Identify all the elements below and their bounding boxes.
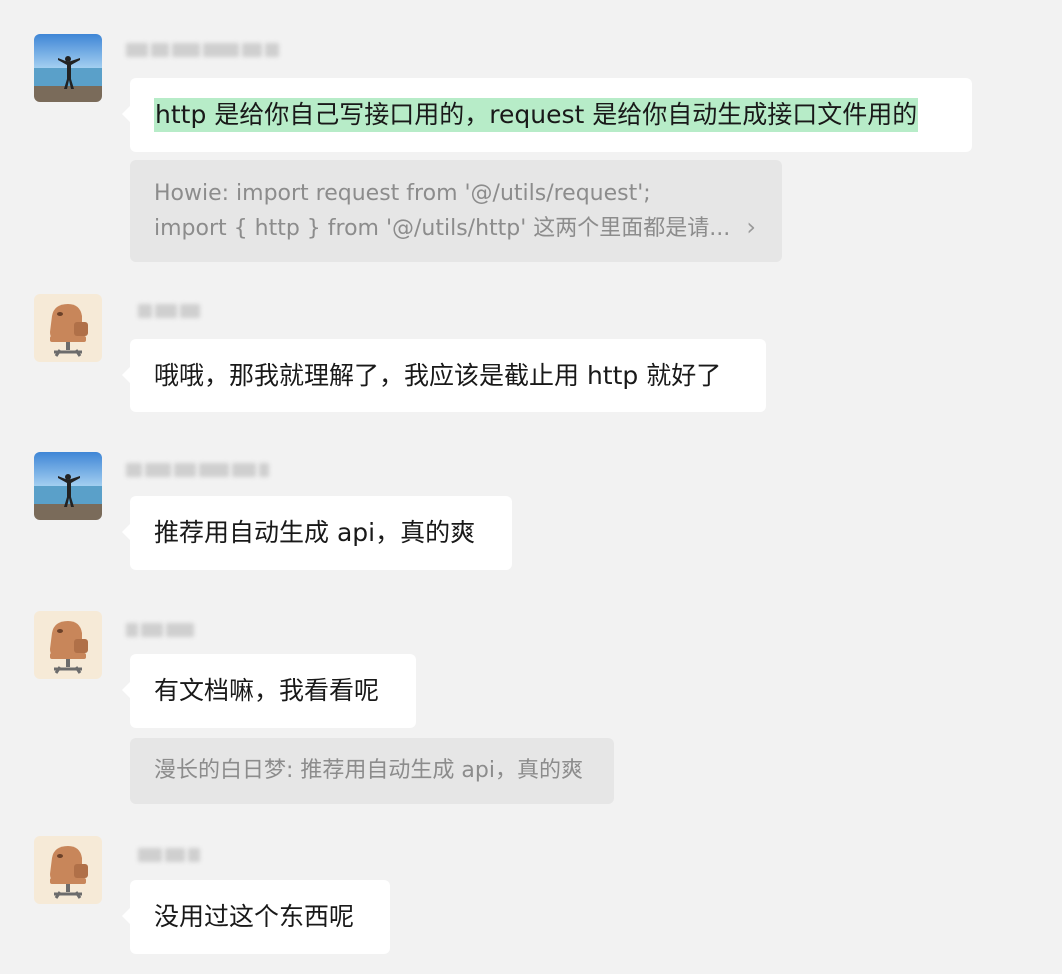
quote-line: import { http } from '@/utils/http' 这两个里… <box>154 216 731 241</box>
message-text: 有文档嘛，我看看呢 <box>154 676 380 705</box>
photo-avatar-icon <box>34 452 102 520</box>
capybara-chair-avatar-icon <box>34 611 102 679</box>
sender-name <box>126 617 194 643</box>
capybara-chair-avatar-icon <box>34 836 102 904</box>
message-text: 推荐用自动生成 api，真的爽 <box>154 518 476 547</box>
quoted-message[interactable]: 漫长的白日梦: 推荐用自动生成 api，真的爽 <box>130 738 614 804</box>
user-avatar[interactable] <box>34 452 102 520</box>
quote-line: 漫长的白日梦: 推荐用自动生成 api，真的爽 <box>154 758 583 783</box>
message-bubble[interactable]: 有文档嘛，我看看呢 <box>122 654 416 728</box>
capybara-chair-avatar-icon <box>34 294 102 362</box>
message-text: 哦哦，那我就理解了，我应该是截止用 http 就好了 <box>154 360 722 390</box>
user-avatar[interactable] <box>34 836 102 904</box>
message-bubble[interactable]: 没用过这个东西呢 <box>122 880 390 954</box>
user-avatar[interactable] <box>34 294 102 362</box>
photo-avatar-icon <box>34 34 102 102</box>
message-bubble[interactable]: 哦哦，那我就理解了，我应该是截止用 http 就好了 <box>122 339 766 412</box>
message-text: 没用过这个东西呢 <box>154 902 355 931</box>
message-bubble[interactable]: http 是给你自己写接口用的，request 是给你自动生成接口文件用的 <box>122 78 972 152</box>
user-avatar[interactable] <box>34 34 102 102</box>
sender-name <box>126 37 279 63</box>
user-avatar[interactable] <box>34 611 102 679</box>
sender-name <box>138 842 200 868</box>
message-bubble[interactable]: 推荐用自动生成 api，真的爽 <box>122 496 512 570</box>
sender-name <box>126 457 269 483</box>
message-text: http 是给你自己写接口用的，request 是给你自动生成接口文件用的 <box>154 98 919 132</box>
quote-line: Howie: import request from '@/utils/requ… <box>154 181 651 206</box>
quoted-message[interactable]: Howie: import request from '@/utils/requ… <box>130 160 782 262</box>
chevron-right-icon[interactable]: › <box>746 210 756 244</box>
sender-name <box>138 298 200 324</box>
